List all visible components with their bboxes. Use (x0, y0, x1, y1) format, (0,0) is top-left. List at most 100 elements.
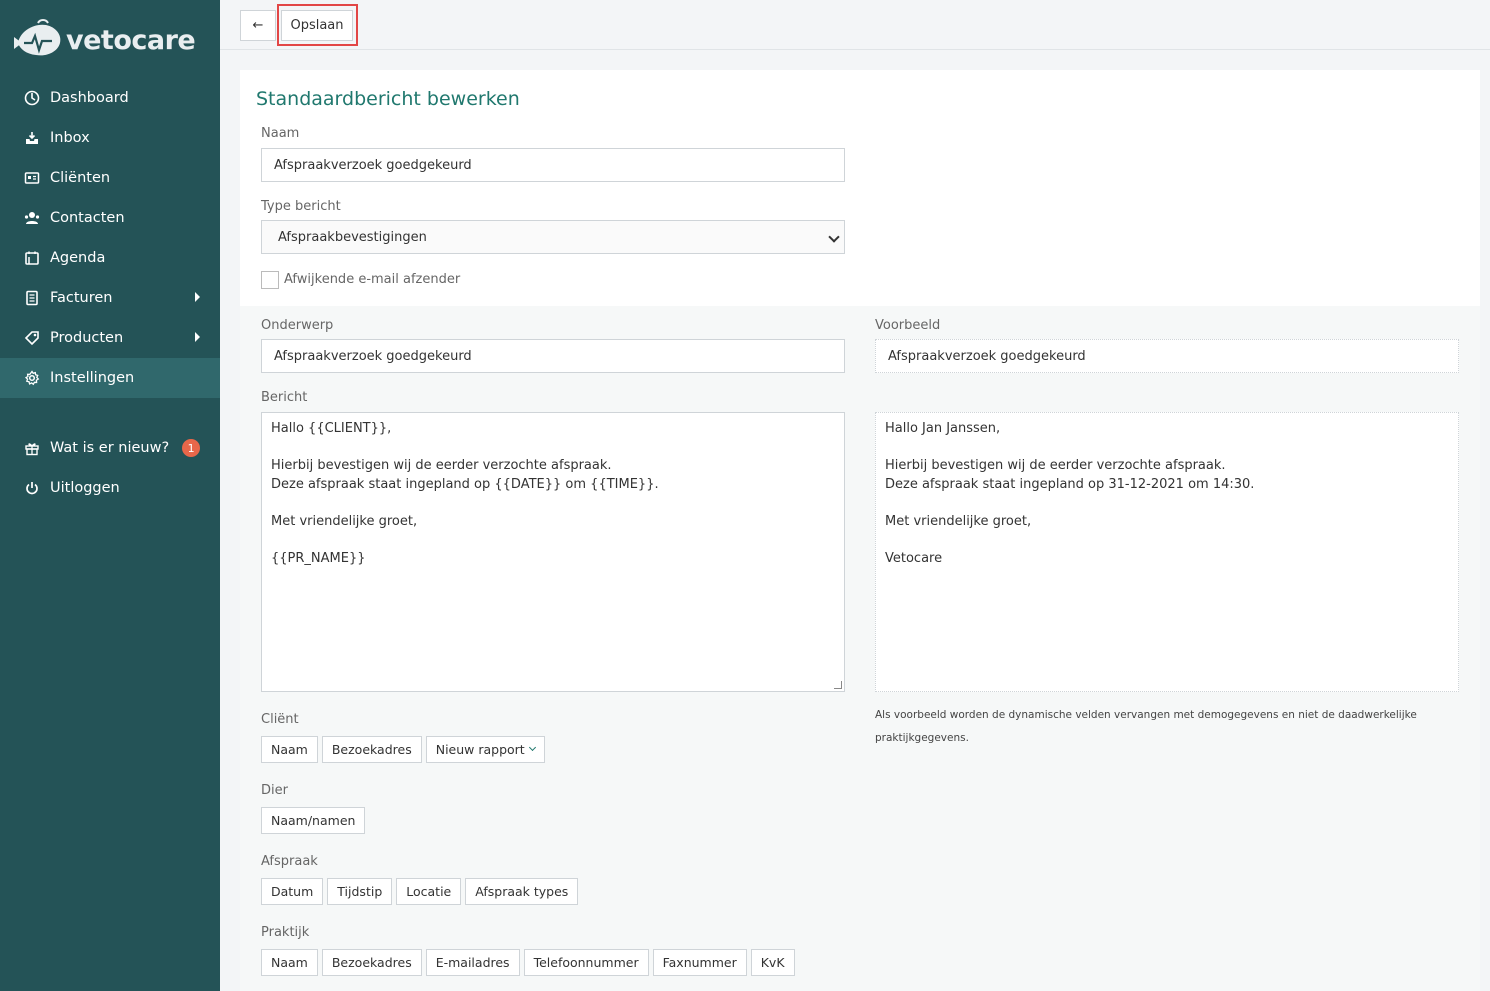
preview-line: Deze afspraak staat ingepland op 31-12-2… (885, 476, 1255, 492)
client-fields: Naam Bezoekadres Nieuw rapport (261, 736, 545, 763)
sidebar-item-label: Dashboard (50, 90, 129, 106)
insert-practice-name-button[interactable]: Naam (261, 949, 318, 976)
preview-line (885, 494, 1449, 513)
expand-caret-icon (195, 332, 200, 342)
naam-label: Naam (261, 126, 300, 141)
sidebar-item-dashboard[interactable]: Dashboard (0, 78, 220, 118)
sidebar-item-producten[interactable]: Producten (0, 318, 220, 358)
dashboard-icon (24, 90, 40, 106)
bericht-line: Hallo {{CLIENT}}, (271, 421, 392, 436)
bericht-line (271, 494, 835, 513)
sidebar-item-facturen[interactable]: Facturen (0, 278, 220, 318)
resize-handle-icon[interactable] (834, 681, 842, 689)
insert-location-button[interactable]: Locatie (396, 878, 462, 905)
voorbeeld-label: Voorbeeld (875, 318, 941, 333)
alt-sender-label: Afwijkende e-mail afzender (284, 272, 461, 287)
power-icon (24, 480, 40, 496)
sidebar-item-agenda[interactable]: Agenda (0, 238, 220, 278)
sidebar-item-label: Instellingen (50, 370, 135, 386)
bericht-line: {{PR_NAME}} (271, 550, 366, 566)
preview-line: Vetocare (885, 550, 943, 566)
insert-practice-fax-button[interactable]: Faxnummer (652, 949, 747, 976)
sidebar: vetocare Dashboard Inbox Cliënten Contac… (0, 0, 220, 991)
products-icon (24, 330, 40, 346)
sidebar-item-whats-new[interactable]: Wat is er nieuw? 1 (0, 428, 220, 468)
sidebar-item-inbox[interactable]: Inbox (0, 118, 220, 158)
preview-line (885, 439, 1449, 458)
back-button[interactable]: ← (240, 10, 276, 41)
bericht-label: Bericht (261, 390, 308, 405)
sidebar-item-label: Uitloggen (50, 480, 120, 496)
bericht-line (271, 439, 835, 458)
gift-icon (24, 440, 40, 456)
bericht-line: Deze afspraak staat ingepland op {{DATE}… (271, 476, 659, 492)
agenda-icon (24, 250, 40, 266)
sidebar-item-label: Agenda (50, 250, 106, 266)
sidebar-item-label: Inbox (50, 130, 90, 146)
onderwerp-input[interactable]: Afspraakverzoek goedgekeurd (261, 339, 845, 373)
main-nav: Dashboard Inbox Cliënten Contacten Agend… (0, 78, 220, 508)
top-toolbar: ← Opslaan (220, 0, 1490, 50)
naam-input[interactable]: Afspraakverzoek goedgekeurd (261, 148, 845, 182)
preview-note: Als voorbeeld worden de dynamische velde… (875, 709, 1417, 744)
logo-text: vetocare (66, 24, 196, 56)
sidebar-item-clienten[interactable]: Cliënten (0, 158, 220, 198)
preview-line (885, 531, 1449, 550)
insert-date-button[interactable]: Datum (261, 878, 324, 905)
field-group-label: Afspraak (261, 854, 318, 869)
logo-fish-icon (12, 19, 62, 61)
settings-icon (24, 370, 40, 386)
preview-line: Met vriendelijke groet, (885, 513, 1032, 529)
sidebar-item-contacten[interactable]: Contacten (0, 198, 220, 238)
alt-sender-checkbox[interactable] (261, 271, 279, 289)
sidebar-item-instellingen[interactable]: Instellingen (0, 358, 220, 398)
new-report-dropdown[interactable]: Nieuw rapport (425, 736, 545, 763)
vetocare-logo[interactable]: vetocare (12, 18, 196, 62)
expand-caret-icon (195, 292, 200, 302)
contacts-icon (24, 210, 40, 226)
bericht-line: Hierbij bevestigen wij de eerder verzoch… (271, 458, 612, 473)
sidebar-item-label: Producten (50, 330, 124, 346)
bericht-line: Met vriendelijke groet, (271, 513, 418, 529)
save-button[interactable]: Opslaan (281, 10, 353, 41)
page-title: Standaardbericht bewerken (256, 88, 520, 110)
insert-appointment-types-button[interactable]: Afspraak types (465, 878, 579, 905)
field-group-label: Cliënt (261, 712, 299, 727)
nav-separator (0, 398, 220, 428)
sidebar-item-label: Facturen (50, 290, 113, 306)
clients-icon (24, 170, 40, 186)
type-bericht-label: Type bericht (261, 199, 341, 214)
sidebar-item-logout[interactable]: Uitloggen (0, 468, 220, 508)
sidebar-item-label: Cliënten (50, 170, 111, 186)
animal-fields: Naam/namen (261, 807, 366, 834)
chevron-down-icon (528, 743, 536, 752)
notification-badge: 1 (182, 439, 201, 457)
bericht-line (271, 531, 835, 550)
type-bericht-value: Afspraakbevestigingen (278, 229, 427, 245)
type-bericht-select[interactable]: Afspraakbevestigingen (261, 220, 845, 254)
insert-practice-phone-button[interactable]: Telefoonnummer (523, 949, 649, 976)
preview-message: Hallo Jan Janssen, Hierbij bevestigen wi… (875, 412, 1459, 692)
appointment-fields: Datum Tijdstip Locatie Afspraak types (261, 878, 579, 905)
insert-practice-kvk-button[interactable]: KvK (750, 949, 795, 976)
edit-message-card: Standaardbericht bewerken Naam Afspraakv… (240, 70, 1480, 991)
invoices-icon (24, 290, 40, 306)
preview-line: Hallo Jan Janssen, (885, 421, 1001, 436)
insert-client-name-button[interactable]: Naam (261, 736, 318, 763)
practice-fields: Naam Bezoekadres E-mailadres Telefoonnum… (261, 949, 795, 976)
preview-line: Hierbij bevestigen wij de eerder verzoch… (885, 458, 1226, 473)
bericht-textarea[interactable]: Hallo {{CLIENT}}, Hierbij bevestigen wij… (261, 412, 845, 692)
chevron-down-icon (828, 231, 840, 243)
insert-client-address-button[interactable]: Bezoekadres (321, 736, 422, 763)
sidebar-item-label: Wat is er nieuw? (50, 440, 170, 456)
insert-animal-names-button[interactable]: Naam/namen (261, 807, 366, 834)
preview-subject: Afspraakverzoek goedgekeurd (875, 339, 1459, 373)
sidebar-item-label: Contacten (50, 210, 125, 226)
insert-time-button[interactable]: Tijdstip (327, 878, 393, 905)
onderwerp-label: Onderwerp (261, 318, 334, 333)
field-group-label: Praktijk (261, 925, 310, 940)
insert-practice-address-button[interactable]: Bezoekadres (321, 949, 422, 976)
insert-practice-email-button[interactable]: E-mailadres (425, 949, 520, 976)
field-group-label: Dier (261, 783, 288, 798)
inbox-icon (24, 130, 40, 146)
